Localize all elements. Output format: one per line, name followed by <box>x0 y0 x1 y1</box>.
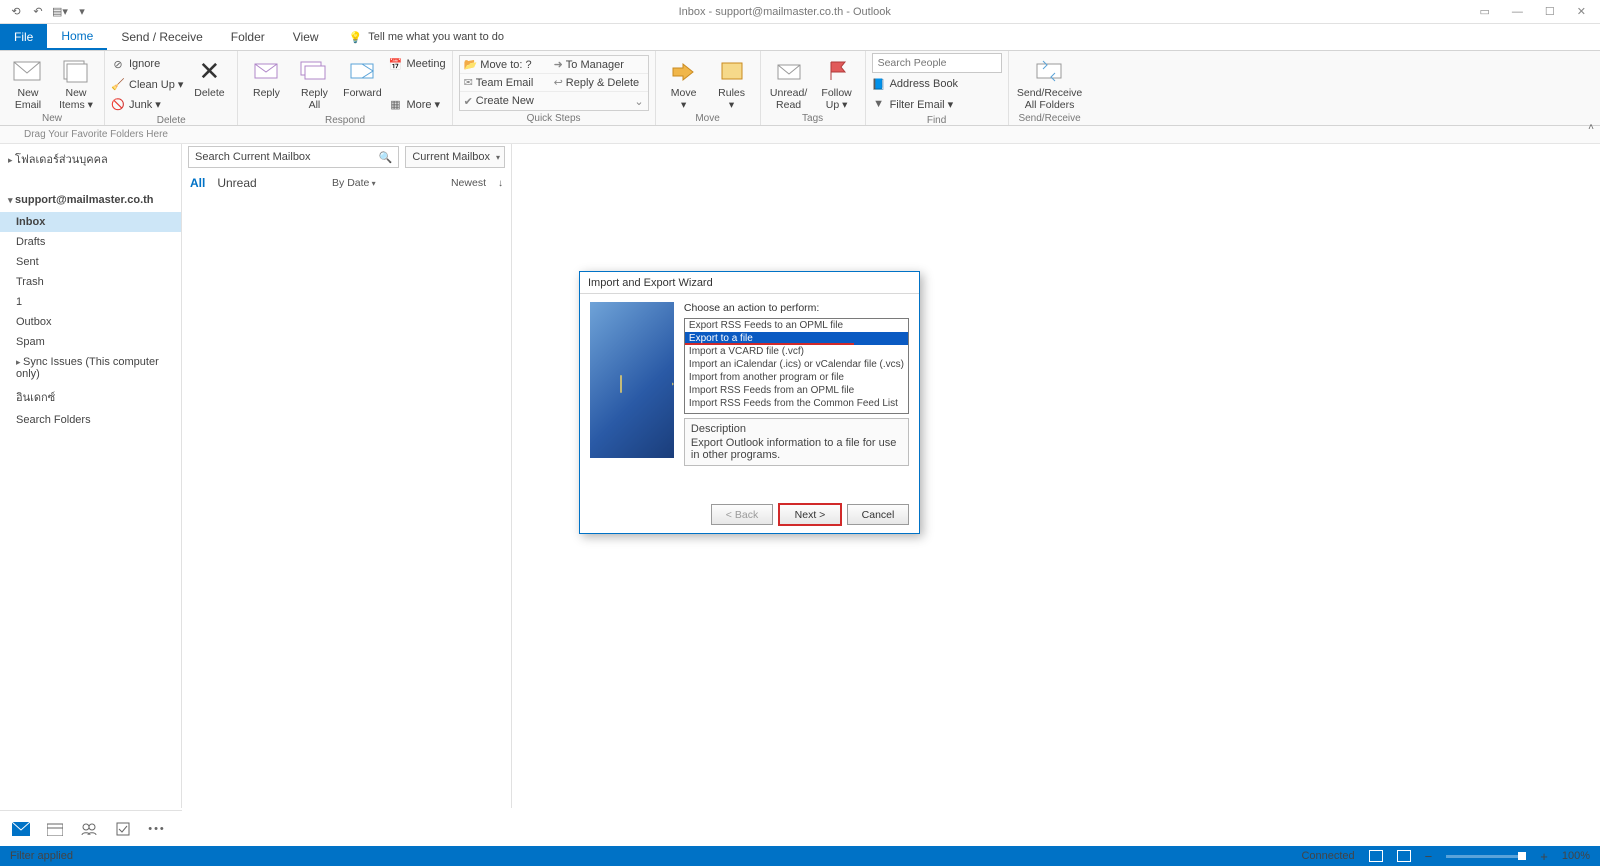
description-heading: Description <box>691 423 902 435</box>
opt-export-rss-opml[interactable]: Export RSS Feeds to an OPML file <box>685 319 908 332</box>
action-listbox[interactable]: Export RSS Feeds to an OPML file Export … <box>684 318 909 414</box>
wizard-graphic <box>590 302 674 458</box>
opt-import-icalendar[interactable]: Import an iCalendar (.ics) or vCalendar … <box>685 358 908 371</box>
next-button[interactable]: Next > <box>779 504 841 525</box>
import-export-wizard-dialog: Import and Export Wizard Choose an actio… <box>579 271 920 534</box>
choose-action-label: Choose an action to perform: <box>684 302 909 314</box>
opt-import-program-file[interactable]: Import from another program or file <box>685 371 908 384</box>
cancel-button[interactable]: Cancel <box>847 504 909 525</box>
opt-export-to-file[interactable]: Export to a file <box>685 332 908 345</box>
opt-import-rss-opml[interactable]: Import RSS Feeds from an OPML file <box>685 384 908 397</box>
dialog-title: Import and Export Wizard <box>580 272 919 294</box>
description-text: Export Outlook information to a file for… <box>691 437 902 461</box>
back-button: < Back <box>711 504 773 525</box>
opt-import-rss-common[interactable]: Import RSS Feeds from the Common Feed Li… <box>685 397 908 410</box>
opt-import-vcard[interactable]: Import a VCARD file (.vcf) <box>685 345 908 358</box>
description-box: Description Export Outlook information t… <box>684 418 909 466</box>
modal-layer: Import and Export Wizard Choose an actio… <box>0 0 1600 866</box>
